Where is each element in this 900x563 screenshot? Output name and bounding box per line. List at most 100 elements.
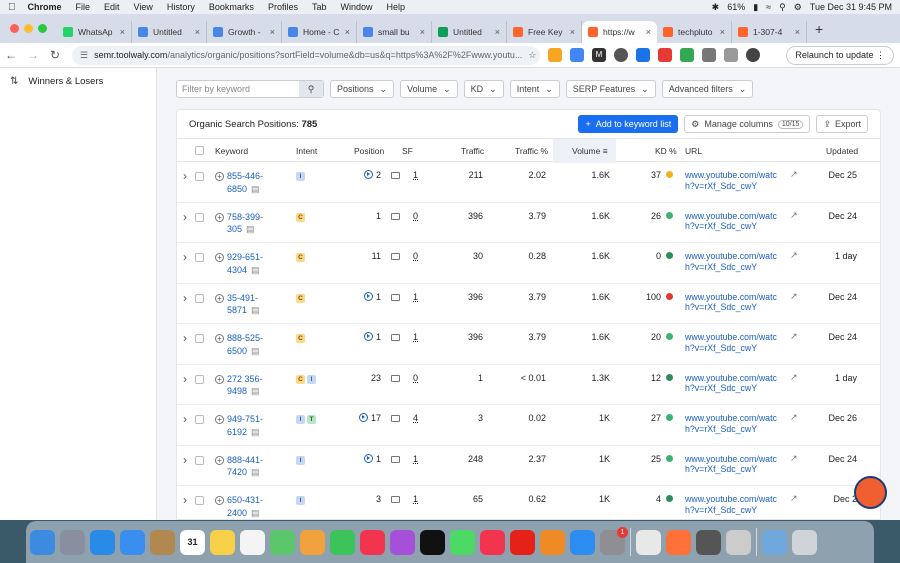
- add-keyword-icon[interactable]: +: [215, 334, 224, 343]
- tab-2[interactable]: Growth - ×: [207, 20, 282, 43]
- header-traffic[interactable]: Traffic: [461, 139, 484, 163]
- address-bar[interactable]: ☰ semr.toolwaly.com/analytics/organic/po…: [72, 45, 540, 65]
- header-intent[interactable]: Intent: [296, 139, 317, 163]
- sf-count[interactable]: 1: [413, 494, 418, 504]
- clock[interactable]: Tue Dec 31 9:45 PM: [810, 2, 892, 12]
- mail-icon[interactable]: [120, 529, 145, 555]
- add-keyword-icon[interactable]: +: [215, 455, 224, 465]
- keyword-link[interactable]: 888-525- 6500 ▤: [227, 332, 263, 357]
- url-link[interactable]: www.youtube.com/watc h?v=rXf_Sdc_cwY: [685, 373, 777, 394]
- bluetooth-icon[interactable]: ✱: [712, 2, 720, 13]
- extension-icon-6[interactable]: [658, 48, 672, 62]
- sf-count[interactable]: 1: [413, 332, 418, 342]
- sf-count[interactable]: 1: [413, 454, 418, 464]
- expand-chevron-icon[interactable]: ›: [183, 331, 187, 345]
- add-keyword-icon[interactable]: +: [215, 253, 224, 262]
- preview-icon[interactable]: [726, 529, 751, 555]
- tab-8[interactable]: techpluto ×: [657, 20, 732, 43]
- calculator-icon[interactable]: [696, 529, 721, 555]
- tab-4[interactable]: small bu ×: [357, 20, 432, 43]
- keyword-link[interactable]: 758-399- 305 ▤: [227, 211, 263, 236]
- add-keyword-icon[interactable]: +: [215, 374, 224, 384]
- extension-icon-1[interactable]: [548, 48, 562, 62]
- apple-icon[interactable]: : [8, 2, 16, 13]
- close-icon[interactable]: ×: [792, 27, 800, 37]
- table-row[interactable]: › +888-525- 6500 ▤ C 1 1 396 3.79 1.6K 20 www.youtu…: [177, 324, 880, 365]
- close-window-button[interactable]: [10, 24, 19, 33]
- close-icon[interactable]: ×: [342, 27, 350, 37]
- site-info-icon[interactable]: ☰: [80, 50, 88, 61]
- minimize-window-button[interactable]: [24, 24, 33, 33]
- serp-snapshot-icon[interactable]: ▤: [251, 508, 260, 518]
- tab-5[interactable]: Untitled ×: [432, 20, 507, 43]
- notes-icon[interactable]: [210, 529, 235, 555]
- sf-count[interactable]: 1: [413, 292, 418, 302]
- add-keyword-icon[interactable]: +: [215, 212, 224, 222]
- extension-icon-4[interactable]: [614, 48, 628, 62]
- header-keyword[interactable]: Keyword: [215, 139, 248, 163]
- maps-icon[interactable]: [270, 529, 295, 555]
- zoom-window-button[interactable]: [38, 24, 47, 33]
- close-icon[interactable]: ×: [117, 27, 125, 37]
- external-link-icon[interactable]: ↗: [790, 169, 798, 180]
- header-url[interactable]: URL: [685, 139, 702, 163]
- row-checkbox[interactable]: [195, 293, 204, 303]
- launchpad-icon[interactable]: [60, 529, 85, 555]
- menu-history[interactable]: History: [167, 2, 195, 12]
- expand-chevron-icon[interactable]: ›: [183, 453, 187, 467]
- add-keyword-icon[interactable]: +: [215, 293, 224, 303]
- positions-filter-button[interactable]: Positions ⌄: [330, 80, 395, 98]
- table-row[interactable]: › +949-751- 6192 ▤ I T 17 4 3 0.02 1K 27 www.youtube…: [177, 405, 880, 446]
- close-icon[interactable]: ×: [492, 27, 500, 37]
- reload-button[interactable]: ↻: [44, 48, 66, 62]
- advanced-filters-button[interactable]: Advanced filters ⌄: [661, 80, 754, 98]
- kd-filter-button[interactable]: KD ⌄: [463, 80, 504, 98]
- search-icon[interactable]: ⚲: [779, 2, 786, 13]
- downloads-icon[interactable]: [724, 48, 738, 62]
- expand-chevron-icon[interactable]: ›: [183, 291, 187, 305]
- header-volume[interactable]: Volume ≡: [553, 139, 616, 163]
- new-tab-button[interactable]: +: [807, 21, 823, 37]
- serp-features-filter-button[interactable]: SERP Features ⌄: [565, 80, 656, 98]
- messages-icon[interactable]: [450, 529, 475, 555]
- photos-icon[interactable]: [300, 529, 325, 555]
- extension-icon-2[interactable]: [570, 48, 584, 62]
- external-link-icon[interactable]: ↗: [790, 291, 798, 302]
- menu-tab[interactable]: Tab: [312, 2, 327, 12]
- add-to-keyword-list-button[interactable]: + Add to keyword list: [578, 115, 679, 133]
- add-keyword-icon[interactable]: +: [215, 496, 224, 505]
- row-checkbox[interactable]: [195, 415, 204, 424]
- keyword-link[interactable]: 855-446- 6850 ▤: [227, 170, 263, 195]
- url-link[interactable]: www.youtube.com/watc h?v=rXf_Sdc_cwY: [685, 170, 777, 191]
- sf-count[interactable]: 0: [413, 251, 418, 261]
- menu-file[interactable]: File: [76, 2, 91, 12]
- podcasts-icon[interactable]: [390, 529, 415, 555]
- extension-icon-7[interactable]: [680, 48, 694, 62]
- table-row[interactable]: › +888-441- 7420 ▤ I 1 1 248 2.37 1K 25 www.youtube…: [177, 446, 880, 486]
- sf-count[interactable]: 1: [413, 170, 418, 180]
- close-icon[interactable]: ×: [643, 27, 651, 37]
- table-row[interactable]: › +272 356- 9498 ▤ C I 23 0 1 < 0.01 1.3K 12 www.you…: [177, 365, 880, 405]
- books-icon[interactable]: [540, 529, 565, 555]
- menu-bookmarks[interactable]: Bookmarks: [209, 2, 254, 12]
- system-settings-icon[interactable]: 1: [600, 526, 628, 555]
- expand-chevron-icon[interactable]: ›: [183, 169, 187, 183]
- sf-count[interactable]: 4: [413, 413, 418, 423]
- external-link-icon[interactable]: ↗: [790, 453, 798, 464]
- extension-icon-5[interactable]: [636, 48, 650, 62]
- keyword-link[interactable]: 35-491- 5871 ▤: [227, 292, 260, 317]
- row-checkbox[interactable]: [195, 253, 204, 262]
- calendar-icon[interactable]: 31: [180, 529, 205, 555]
- expand-chevron-icon[interactable]: ›: [183, 493, 187, 507]
- menu-edit[interactable]: Edit: [104, 2, 120, 12]
- close-icon[interactable]: ×: [567, 27, 575, 37]
- expand-chevron-icon[interactable]: ›: [183, 250, 187, 264]
- select-all-checkbox[interactable]: [195, 146, 204, 155]
- close-icon[interactable]: ×: [192, 27, 200, 37]
- external-link-icon[interactable]: ↗: [790, 412, 798, 423]
- wifi-icon[interactable]: ≈: [766, 2, 771, 12]
- intent-filter-button[interactable]: Intent ⌄: [509, 80, 560, 98]
- export-button[interactable]: ⇪ Export: [816, 115, 868, 133]
- floating-action-button[interactable]: [854, 476, 887, 509]
- external-link-icon[interactable]: ↗: [790, 493, 798, 504]
